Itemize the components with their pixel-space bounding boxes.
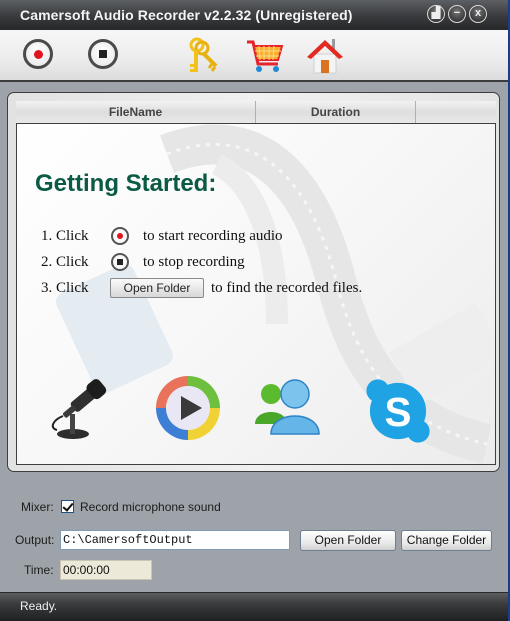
toolbar — [0, 30, 508, 82]
home-icon — [307, 39, 343, 74]
time-display: 00:00:00 — [60, 560, 152, 580]
step-2-prefix: 2. Click — [41, 254, 89, 270]
home-button[interactable] — [305, 36, 343, 74]
step-3-suffix: to find the recorded files. — [211, 280, 363, 296]
svg-text:S: S — [385, 389, 412, 435]
messenger-icon — [255, 379, 320, 435]
stop-button[interactable] — [85, 36, 121, 72]
window-title: Camersoft Audio Recorder v2.2.32 (Unregi… — [20, 7, 353, 23]
output-path-input[interactable]: C:\CamersoftOutput — [60, 530, 290, 550]
step-1-prefix: 1. Click — [41, 228, 89, 244]
shopping-cart-icon — [247, 40, 284, 72]
skype-icon: S — [366, 379, 430, 443]
step-2-suffix: to stop recording — [143, 254, 245, 270]
time-label: Time: — [24, 563, 54, 577]
register-button[interactable] — [185, 36, 221, 72]
file-list[interactable]: Getting Started: 1. Click to start recor… — [16, 123, 496, 465]
step-3-prefix: 3. Click — [41, 280, 89, 296]
status-bar: Ready. — [0, 592, 508, 621]
main-panel: FileName Duration Getting Started: 1. Cl… — [7, 92, 500, 472]
open-folder-button[interactable]: Open Folder — [300, 530, 396, 551]
column-header-duration[interactable]: Duration — [256, 101, 416, 123]
close-icon: x — [474, 7, 482, 19]
output-label: Output: — [15, 533, 55, 547]
app-window: Camersoft Audio Recorder v2.2.32 (Unregi… — [0, 0, 510, 621]
stop-icon — [88, 39, 118, 69]
getting-started-heading: Getting Started: — [35, 170, 217, 197]
open-folder-illustration: Open Folder — [110, 278, 204, 298]
buy-button[interactable] — [245, 36, 284, 72]
step-1-suffix: to start recording audio — [143, 228, 283, 244]
keys-icon — [189, 37, 218, 72]
minimize-button[interactable]: − — [448, 5, 466, 23]
close-button[interactable]: x — [469, 5, 487, 23]
record-button[interactable] — [20, 36, 56, 72]
stop-icon — [111, 253, 129, 271]
restore-icon: ▟ — [431, 7, 441, 19]
file-list-header: FileName Duration — [16, 101, 496, 123]
microphone-icon — [51, 379, 107, 439]
record-icon — [111, 227, 129, 245]
minimize-icon: − — [453, 7, 461, 19]
restore-button[interactable]: ▟ — [427, 5, 445, 23]
record-microphone-checkbox[interactable] — [61, 500, 74, 513]
column-header-filename[interactable]: FileName — [16, 101, 256, 123]
record-microphone-label[interactable]: Record microphone sound — [80, 500, 221, 514]
title-bar[interactable]: Camersoft Audio Recorder v2.2.32 (Unregi… — [0, 0, 508, 30]
media-player-icon — [156, 376, 220, 440]
record-icon — [23, 39, 53, 69]
mixer-label: Mixer: — [21, 500, 54, 514]
status-text: Ready. — [20, 599, 58, 613]
change-folder-button[interactable]: Change Folder — [401, 530, 492, 551]
